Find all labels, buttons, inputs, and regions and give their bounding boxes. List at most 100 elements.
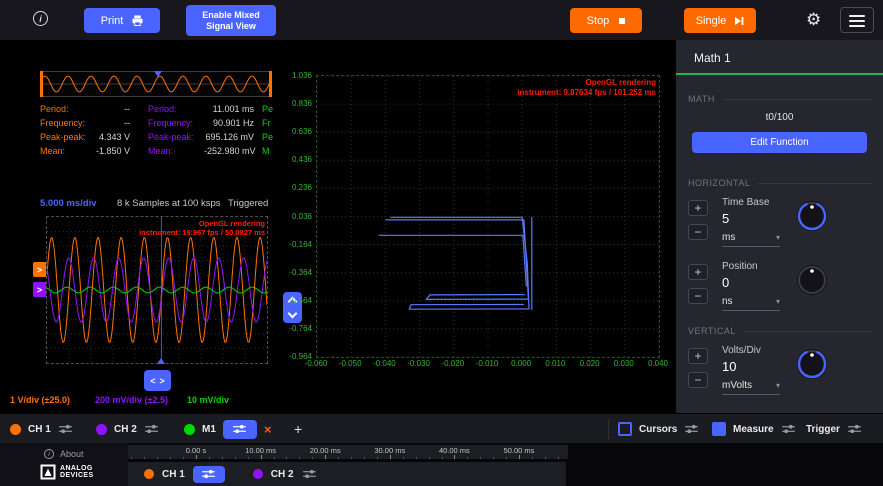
measure-group[interactable]: Measure bbox=[712, 414, 796, 444]
stop-label: Stop bbox=[587, 15, 610, 27]
measurements-panel: Period:--Period:11.001 msPeFrequency:--F… bbox=[40, 102, 276, 158]
m1-color-dot[interactable] bbox=[184, 424, 195, 435]
ch2-settings-icon[interactable] bbox=[302, 469, 317, 479]
time-axis-minor-tick bbox=[248, 457, 249, 459]
ch1-settings-button-active[interactable] bbox=[193, 466, 225, 483]
opengl-notice: OpenGL rendering instrument: 19.967 fps … bbox=[139, 219, 265, 237]
about-menu-item[interactable]: i About bbox=[44, 449, 84, 459]
channel-bar-divider bbox=[608, 419, 609, 439]
m1-settings-button-active[interactable] bbox=[223, 420, 257, 439]
ch2-settings-icon[interactable] bbox=[144, 424, 159, 434]
channel-m1-group[interactable]: M1 × bbox=[184, 414, 272, 444]
time-axis-label: 20.00 ms bbox=[299, 446, 351, 455]
channel-bar: CH 1 CH 2 M1 × + Cursors Measure Trigger bbox=[0, 413, 883, 443]
timebase-value[interactable]: 5 bbox=[722, 211, 729, 226]
add-channel-button[interactable]: + bbox=[294, 414, 302, 444]
m1-close-button[interactable]: × bbox=[264, 423, 272, 436]
run-stop-button[interactable]: Stop bbox=[570, 8, 642, 33]
channel-ch1-group[interactable]: CH 1 bbox=[10, 414, 73, 444]
trigger-position-marker[interactable] bbox=[154, 71, 162, 77]
time-axis-minor-tick bbox=[274, 457, 275, 459]
position-decrement-button[interactable]: − bbox=[688, 288, 708, 304]
timebase-decrement-button[interactable]: − bbox=[688, 224, 708, 240]
trigger-settings-icon[interactable] bbox=[847, 424, 862, 434]
position-unit-select[interactable]: ns ▾ bbox=[722, 296, 780, 311]
opengl-notice-line1: OpenGL rendering bbox=[139, 219, 265, 228]
ch2-label: CH 2 bbox=[114, 424, 137, 435]
ch2-color-dot[interactable] bbox=[253, 469, 263, 479]
voltsdiv-decrement-button[interactable]: − bbox=[688, 372, 708, 388]
background-window: i About ANALOG DEVICES 0.00 s10.00 ms20.… bbox=[0, 443, 883, 486]
time-axis-minor-tick bbox=[286, 457, 287, 459]
timebase-increment-button[interactable]: + bbox=[688, 200, 708, 216]
time-axis-minor-tick bbox=[235, 457, 236, 459]
cursors-group[interactable]: Cursors bbox=[618, 414, 699, 444]
cursors-settings-icon[interactable] bbox=[684, 424, 699, 434]
voltsdiv-unit-select[interactable]: mVolts ▾ bbox=[722, 380, 780, 395]
chevron-down-icon: ▾ bbox=[776, 298, 780, 306]
ch2-color-dot[interactable] bbox=[96, 424, 107, 435]
ch1-offset-handle[interactable]: > bbox=[33, 262, 46, 277]
opengl-notice-line2: instrument: 19.967 fps / 50.0827 ms bbox=[139, 228, 265, 237]
trigger-time-marker[interactable] bbox=[157, 358, 165, 364]
timebase-knob[interactable] bbox=[794, 198, 830, 234]
xy-y-tick-label: 0.436 bbox=[274, 155, 312, 164]
time-axis-label: 0.00 s bbox=[170, 446, 222, 455]
plot-area: Period:--Period:11.001 msPeFrequency:--F… bbox=[0, 40, 676, 413]
position-knob[interactable] bbox=[794, 262, 830, 298]
timebase-unit-select[interactable]: ms ▾ bbox=[722, 232, 780, 247]
position-value[interactable]: 0 bbox=[722, 275, 729, 290]
time-axis-tick bbox=[454, 455, 455, 459]
edit-function-button[interactable]: Edit Function bbox=[692, 132, 867, 153]
ch1-color-dot[interactable] bbox=[10, 424, 21, 435]
section-header-horizontal: HORIZONTAL bbox=[688, 178, 873, 188]
measure-checkbox[interactable] bbox=[712, 422, 726, 436]
chevron-down-icon: ▾ bbox=[776, 234, 780, 242]
voltsdiv-value[interactable]: 10 bbox=[722, 359, 736, 374]
opengl-notice: OpenGL rendering instrument: 9.87634 fps… bbox=[517, 78, 656, 98]
xy-y-tick-label: -0.564 bbox=[274, 296, 312, 305]
voltsdiv-increment-button[interactable]: + bbox=[688, 348, 708, 364]
single-label: Single bbox=[696, 15, 727, 27]
time-axis-label: 40.00 ms bbox=[428, 446, 480, 455]
ch2-measurement-label: Frequency: bbox=[148, 118, 204, 128]
xy-math-plot[interactable]: OpenGL rendering instrument: 9.87634 fps… bbox=[316, 75, 660, 358]
position-increment-button[interactable]: + bbox=[688, 264, 708, 280]
ch3-measurement-label-clipped: Pe bbox=[262, 132, 274, 142]
ch1-label: CH 1 bbox=[162, 469, 185, 480]
print-button[interactable]: Print bbox=[84, 8, 160, 33]
enable-mixed-signal-button[interactable]: Enable Mixed Signal View bbox=[186, 5, 276, 36]
time-domain-plot[interactable]: OpenGL rendering instrument: 19.967 fps … bbox=[46, 216, 268, 364]
time-axis-minor-tick bbox=[532, 457, 533, 459]
channel-ch2-group[interactable]: CH 2 bbox=[96, 414, 159, 444]
info-icon[interactable]: i bbox=[33, 11, 48, 26]
adi-logo-line1: ANALOG bbox=[60, 465, 94, 473]
info-icon-glyph: i bbox=[48, 451, 50, 458]
single-button[interactable]: Single bbox=[684, 8, 756, 33]
voltsdiv-unit-value: mVolts bbox=[722, 380, 752, 391]
single-shot-icon bbox=[734, 16, 744, 26]
measure-settings-icon[interactable] bbox=[781, 424, 796, 434]
gear-icon[interactable]: ⚙ bbox=[806, 8, 821, 32]
ch1-settings-icon[interactable] bbox=[58, 424, 73, 434]
xy-y-tick-label: 1.036 bbox=[274, 71, 312, 80]
menu-button[interactable] bbox=[840, 7, 874, 33]
section-label: HORIZONTAL bbox=[688, 178, 750, 188]
time-axis-tick bbox=[390, 455, 391, 459]
acquisition-preview-strip[interactable] bbox=[40, 71, 272, 97]
time-axis-minor-tick bbox=[131, 457, 132, 459]
ch2-offset-handle[interactable]: > bbox=[33, 282, 46, 297]
cursors-checkbox[interactable] bbox=[618, 422, 632, 436]
horizontal-scroll-button[interactable]: < > bbox=[144, 370, 171, 391]
ch1-color-dot[interactable] bbox=[144, 469, 154, 479]
ch1-settings-icon bbox=[201, 469, 216, 479]
ch3-measurement-label-clipped: M bbox=[262, 146, 274, 156]
voltsdiv-knob[interactable] bbox=[794, 346, 830, 382]
time-axis-minor-tick bbox=[183, 457, 184, 459]
time-axis-minor-tick bbox=[338, 457, 339, 459]
time-axis-minor-tick bbox=[416, 457, 417, 459]
preview-right-handle[interactable] bbox=[269, 71, 272, 97]
trigger-group[interactable]: Trigger bbox=[806, 414, 862, 444]
measurement-row: Frequency:--Frequency:90.901 HzFr bbox=[40, 116, 276, 130]
preview-left-handle[interactable] bbox=[40, 71, 43, 97]
